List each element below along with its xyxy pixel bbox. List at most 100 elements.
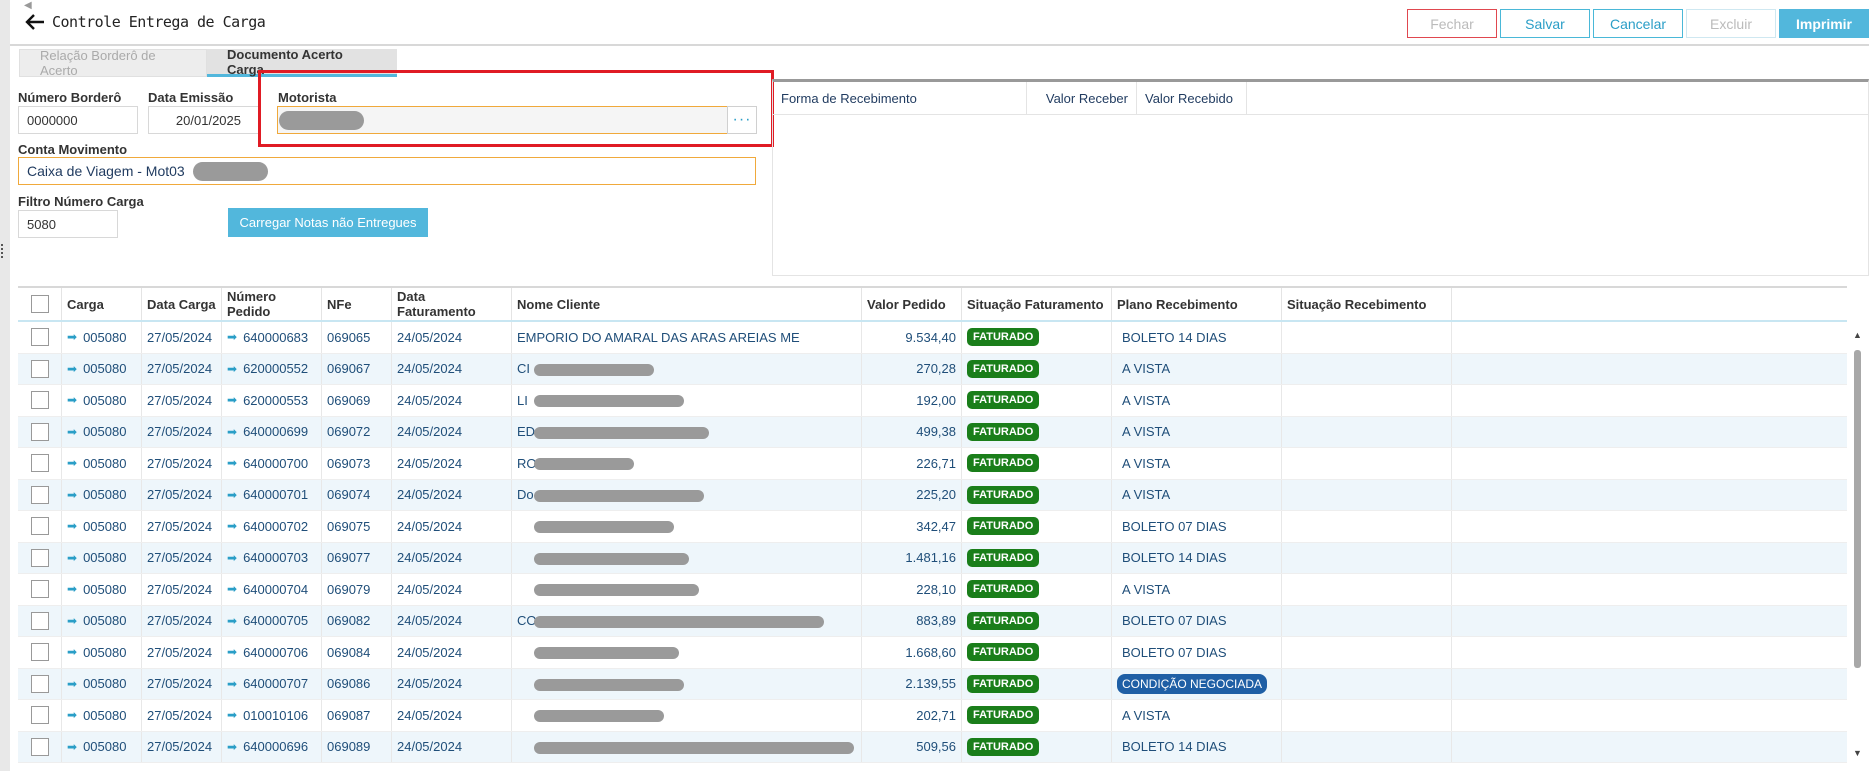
table-row[interactable]: ➡ 005080 27/05/2024 ➡ 640000696 069089 24/05/2… [18,731,1847,763]
row-checkbox[interactable] [30,422,49,441]
arrow-right-icon[interactable]: ➡ [67,708,77,722]
arrow-right-icon[interactable]: ➡ [67,393,77,407]
cell-carga[interactable]: ➡ 005080 [62,731,142,762]
arrow-right-icon[interactable]: ➡ [67,551,77,565]
col-data-faturamento[interactable]: Data Faturamento [392,288,512,320]
row-checkbox[interactable] [30,485,49,504]
grid-vertical-scrollbar[interactable]: ▲ ▼ [1851,330,1863,771]
arrow-right-icon[interactable]: ➡ [67,582,77,596]
row-checkbox[interactable] [30,391,49,410]
table-row[interactable]: ➡ 005080 27/05/2024 ➡ 640000703 069077 24/05/2… [18,542,1847,574]
col-nome-cliente[interactable]: Nome Cliente [512,288,862,320]
filtro-numero-carga-field[interactable]: 5080 [18,210,118,238]
table-row[interactable]: ➡ 005080 27/05/2024 ➡ 640000700 069073 24/05/2… [18,448,1847,480]
arrow-right-icon[interactable]: ➡ [227,456,237,470]
scroll-down-icon[interactable]: ▼ [1853,748,1862,758]
table-row[interactable]: ➡ 005080 27/05/2024 ➡ 620000552 069067 24/05/2… [18,353,1847,385]
arrow-right-icon[interactable]: ➡ [227,425,237,439]
cancelar-button[interactable]: Cancelar [1593,9,1683,38]
arrow-right-icon[interactable]: ➡ [227,362,237,376]
cell-numero-pedido[interactable]: ➡ 640000707 [222,668,322,699]
row-checkbox[interactable] [30,328,49,347]
row-checkbox[interactable] [30,643,49,662]
row-checkbox[interactable] [30,517,49,536]
cell-carga[interactable]: ➡ 005080 [62,700,142,731]
cell-numero-pedido[interactable]: ➡ 640000683 [222,322,322,353]
arrow-right-icon[interactable]: ➡ [67,740,77,754]
cell-carga[interactable]: ➡ 005080 [62,322,142,353]
cell-carga[interactable]: ➡ 005080 [62,605,142,636]
arrow-right-icon[interactable]: ➡ [227,708,237,722]
cell-numero-pedido[interactable]: ➡ 640000702 [222,511,322,542]
back-arrow-icon[interactable] [22,8,50,36]
arrow-right-icon[interactable]: ➡ [67,519,77,533]
cell-numero-pedido[interactable]: ➡ 620000552 [222,353,322,384]
cell-carga[interactable]: ➡ 005080 [62,353,142,384]
cell-carga[interactable]: ➡ 005080 [62,511,142,542]
cell-numero-pedido[interactable]: ➡ 640000706 [222,637,322,668]
arrow-right-icon[interactable]: ➡ [227,330,237,344]
imprimir-button[interactable]: Imprimir [1779,9,1869,38]
tab-relacao-bordero[interactable]: Relação Borderô de Acerto [19,48,207,78]
row-checkbox[interactable] [30,548,49,567]
cell-numero-pedido[interactable]: ➡ 640000696 [222,731,322,762]
col-numero-pedido[interactable]: Número Pedido [222,288,322,320]
fechar-button[interactable]: Fechar [1407,9,1497,38]
cell-numero-pedido[interactable]: ➡ 640000699 [222,416,322,447]
arrow-right-icon[interactable]: ➡ [67,330,77,344]
row-checkbox[interactable] [30,580,49,599]
arrow-right-icon[interactable]: ➡ [67,677,77,691]
arrow-right-icon[interactable]: ➡ [227,677,237,691]
cell-numero-pedido[interactable]: ➡ 640000701 [222,479,322,510]
cell-carga[interactable]: ➡ 005080 [62,542,142,573]
row-checkbox[interactable] [30,454,49,473]
conta-movimento-field[interactable]: Caixa de Viagem - Mot03 [18,157,756,185]
arrow-right-icon[interactable]: ➡ [227,519,237,533]
arrow-right-icon[interactable]: ➡ [67,362,77,376]
arrow-right-icon[interactable]: ➡ [67,425,77,439]
row-checkbox[interactable] [30,706,49,725]
col-situacao-recebimento[interactable]: Situação Recebimento [1282,288,1452,320]
cell-numero-pedido[interactable]: ➡ 640000704 [222,574,322,605]
cell-numero-pedido[interactable]: ➡ 640000700 [222,448,322,479]
data-emissao-field[interactable]: 20/01/2025 [148,106,260,134]
arrow-right-icon[interactable]: ➡ [227,582,237,596]
arrow-right-icon[interactable]: ➡ [67,614,77,628]
col-data-carga[interactable]: Data Carga [142,288,222,320]
col-nfe[interactable]: NFe [322,288,392,320]
arrow-right-icon[interactable]: ➡ [227,740,237,754]
table-row[interactable]: ➡ 005080 27/05/2024 ➡ 640000701 069074 24/05/2… [18,479,1847,511]
carregar-notas-button[interactable]: Carregar Notas não Entregues [228,208,428,237]
arrow-right-icon[interactable]: ➡ [67,488,77,502]
row-checkbox[interactable] [30,359,49,378]
arrow-right-icon[interactable]: ➡ [227,393,237,407]
cell-carga[interactable]: ➡ 005080 [62,385,142,416]
table-row[interactable]: ➡ 005080 27/05/2024 ➡ 640000705 069082 24/05/2… [18,605,1847,637]
table-row[interactable]: ➡ 005080 27/05/2024 ➡ 640000704 069079 24/05/2… [18,574,1847,606]
scroll-thumb[interactable] [1854,350,1861,668]
cell-carga[interactable]: ➡ 005080 [62,668,142,699]
table-row[interactable]: ➡ 005080 27/05/2024 ➡ 010010106 069087 24/05/2… [18,700,1847,732]
cell-numero-pedido[interactable]: ➡ 640000705 [222,605,322,636]
cell-numero-pedido[interactable]: ➡ 640000703 [222,542,322,573]
cell-numero-pedido[interactable]: ➡ 620000553 [222,385,322,416]
row-checkbox[interactable] [30,737,49,756]
row-checkbox[interactable] [30,674,49,693]
arrow-right-icon[interactable]: ➡ [227,614,237,628]
col-carga[interactable]: Carga [62,288,142,320]
col-valor-pedido[interactable]: Valor Pedido [862,288,962,320]
excluir-button[interactable]: Excluir [1686,9,1776,38]
table-row[interactable]: ➡ 005080 27/05/2024 ➡ 640000707 069086 24/05/2… [18,668,1847,700]
table-row[interactable]: ➡ 005080 27/05/2024 ➡ 640000683 069065 24/05/2… [18,322,1847,354]
cell-carga[interactable]: ➡ 005080 [62,479,142,510]
arrow-right-icon[interactable]: ➡ [227,645,237,659]
table-row[interactable]: ➡ 005080 27/05/2024 ➡ 640000702 069075 24/05/2… [18,511,1847,543]
arrow-right-icon[interactable]: ➡ [67,456,77,470]
drag-handle-icon[interactable] [1,244,7,258]
cell-carga[interactable]: ➡ 005080 [62,574,142,605]
cell-numero-pedido[interactable]: ➡ 010010106 [222,700,322,731]
arrow-right-icon[interactable]: ➡ [227,551,237,565]
col-plano-recebimento[interactable]: Plano Recebimento [1112,288,1282,320]
row-checkbox[interactable] [30,611,49,630]
arrow-right-icon[interactable]: ➡ [227,488,237,502]
